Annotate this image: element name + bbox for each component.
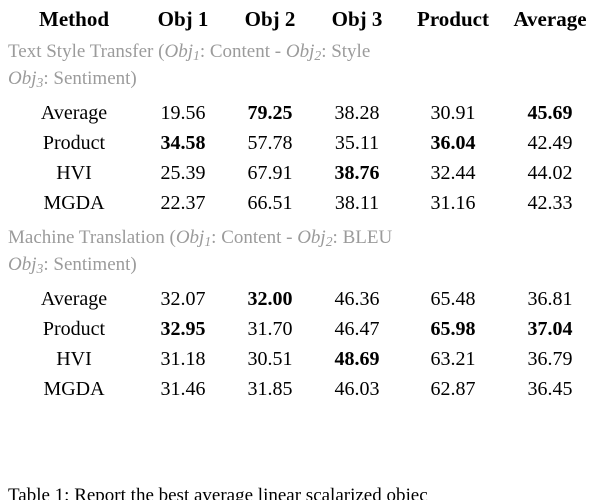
- cell-obj1: 31.46: [160, 378, 206, 400]
- table-caption: Table 1: Report the best average linear …: [8, 485, 428, 500]
- cell-obj2: 79.25: [247, 102, 293, 124]
- cell-product: 32.44: [430, 162, 476, 184]
- row-method-label: HVI: [56, 162, 92, 184]
- section-title-text-style-transfer: Text Style Transfer (Obj1: Content - Obj…: [8, 38, 594, 92]
- row-method-label: Product: [42, 318, 106, 340]
- table-header-row: Method Obj 1 Obj 2 Obj 3 Product Average: [8, 0, 594, 38]
- cell-obj3: 35.11: [334, 132, 380, 154]
- cell-obj3: 46.47: [334, 318, 380, 340]
- section-title-prefix: Machine Translation (: [8, 227, 176, 248]
- cell-obj3: 48.69: [334, 348, 380, 370]
- column-header-product: Product: [417, 7, 489, 31]
- column-header-average: Average: [513, 7, 587, 31]
- table-row: Product 34.58 57.78 35.11 36.04 42.49: [8, 128, 594, 158]
- cell-product: 30.91: [430, 102, 476, 124]
- table-row: Average 32.07 32.00 46.36 65.48 36.81: [8, 278, 594, 314]
- obj1-symbol: Obj1: [175, 227, 212, 249]
- section-title-middle: : Content -: [211, 227, 298, 248]
- cell-obj2: 31.85: [247, 378, 293, 400]
- cell-obj2: 67.91: [247, 162, 293, 184]
- column-header-obj2: Obj 2: [244, 7, 296, 31]
- table-row: MGDA 22.37 66.51 38.11 31.16 42.33: [8, 188, 594, 224]
- cell-average: 36.79: [527, 348, 573, 370]
- cell-average: 42.33: [527, 192, 573, 214]
- cell-obj3: 46.03: [334, 378, 380, 400]
- table-row: HVI 31.18 30.51 48.69 63.21 36.79: [8, 344, 594, 374]
- cell-product: 62.87: [430, 378, 476, 400]
- section-title-line2-suffix: : Sentiment): [43, 68, 137, 89]
- obj2-symbol: Obj2: [297, 227, 333, 249]
- cell-product: 65.98: [430, 318, 476, 340]
- cell-obj3: 38.28: [334, 102, 380, 124]
- table-row: Product 32.95 31.70 46.47 65.98 37.04: [8, 314, 594, 344]
- row-method-label: Average: [40, 102, 108, 124]
- section-title-line-1: Machine Translation (Obj1: Content - Obj…: [8, 224, 594, 251]
- section-title-line-2: Obj3: Sentiment): [8, 65, 594, 92]
- cell-obj3: 38.76: [334, 162, 380, 184]
- cell-obj2: 30.51: [247, 348, 293, 370]
- section-title-middle: : Content -: [199, 41, 286, 62]
- cell-obj2: 66.51: [247, 192, 293, 214]
- section-title-line-1: Text Style Transfer (Obj1: Content - Obj…: [8, 38, 594, 65]
- results-table-container: Method Obj 1 Obj 2 Obj 3 Product Average…: [0, 0, 602, 500]
- table-row: Average 19.56 79.25 38.28 30.91 45.69: [8, 92, 594, 128]
- cell-obj2: 31.70: [247, 318, 293, 340]
- cell-average: 37.04: [527, 318, 573, 340]
- section-title-line2-suffix: : Sentiment): [43, 254, 137, 275]
- cell-obj3: 46.36: [334, 288, 380, 310]
- cell-average: 44.02: [527, 162, 573, 184]
- table-row: MGDA 31.46 31.85 46.03 62.87 36.45: [8, 374, 594, 410]
- row-method-label: Average: [40, 288, 108, 310]
- obj2-symbol: Obj2: [285, 41, 322, 63]
- column-header-obj3: Obj 3: [331, 7, 383, 31]
- cell-obj1: 19.56: [160, 102, 206, 124]
- cell-product: 63.21: [430, 348, 476, 370]
- section-title-suffix: : Style: [321, 41, 371, 62]
- section-title-prefix: Text Style Transfer (: [8, 41, 165, 62]
- cell-obj1: 31.18: [160, 348, 206, 370]
- table-row: HVI 25.39 67.91 38.76 32.44 44.02: [8, 158, 594, 188]
- row-method-label: MGDA: [43, 192, 105, 214]
- section-title-machine-translation: Machine Translation (Obj1: Content - Obj…: [8, 224, 594, 278]
- cell-obj2: 32.00: [247, 288, 293, 310]
- obj3-symbol: Obj3: [8, 68, 44, 90]
- cell-average: 42.49: [527, 132, 573, 154]
- obj1-symbol: Obj1: [164, 41, 200, 63]
- column-header-method: Method: [39, 7, 109, 31]
- section-header-row-machine-translation: Machine Translation (Obj1: Content - Obj…: [8, 224, 594, 278]
- cell-obj1: 32.07: [160, 288, 206, 310]
- cell-obj3: 38.11: [334, 192, 380, 214]
- section-title-line-2: Obj3: Sentiment): [8, 251, 594, 278]
- cell-obj1: 34.58: [160, 132, 206, 154]
- cell-product: 31.16: [430, 192, 476, 214]
- cell-average: 36.81: [527, 288, 573, 310]
- cell-product: 36.04: [430, 132, 476, 154]
- table-body: Method Obj 1 Obj 2 Obj 3 Product Average…: [8, 0, 594, 410]
- results-table: Method Obj 1 Obj 2 Obj 3 Product Average…: [8, 0, 594, 410]
- cell-obj2: 57.78: [247, 132, 293, 154]
- obj3-symbol: Obj3: [8, 254, 44, 276]
- section-title-suffix: : BLEU: [332, 227, 393, 248]
- row-method-label: Product: [42, 132, 106, 154]
- cell-product: 65.48: [430, 288, 476, 310]
- section-header-row-text-style-transfer: Text Style Transfer (Obj1: Content - Obj…: [8, 38, 594, 92]
- row-method-label: HVI: [56, 348, 92, 370]
- cell-obj1: 25.39: [160, 162, 206, 184]
- cell-obj1: 22.37: [160, 192, 206, 214]
- column-header-obj1: Obj 1: [157, 7, 209, 31]
- row-method-label: MGDA: [43, 378, 105, 400]
- cell-obj1: 32.95: [160, 318, 206, 340]
- cell-average: 36.45: [527, 378, 573, 400]
- cell-average: 45.69: [527, 102, 573, 124]
